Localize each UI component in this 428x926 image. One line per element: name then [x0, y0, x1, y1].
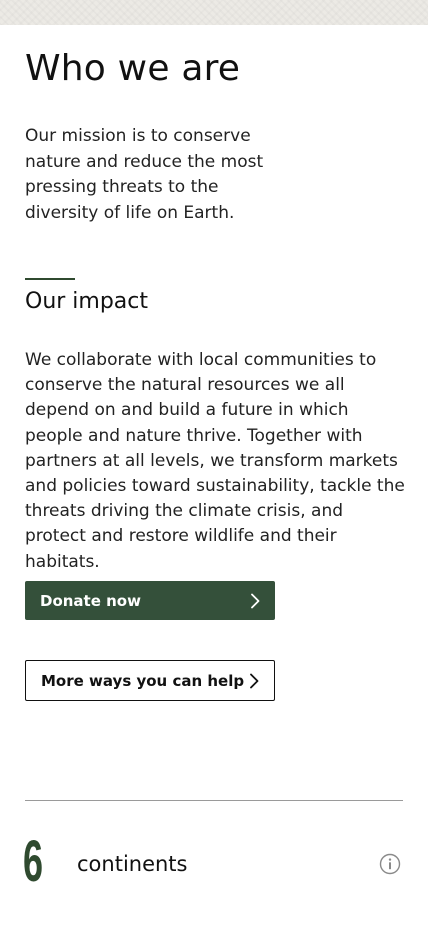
donate-now-label: Donate now [40, 591, 141, 610]
chevron-right-icon [251, 593, 260, 608]
page-title: Who we are [25, 48, 241, 89]
impact-heading: Our impact [25, 289, 149, 314]
chevron-right-icon [250, 673, 259, 688]
stat-label: continents [77, 852, 188, 876]
more-ways-to-help-button[interactable]: More ways you can help [25, 660, 275, 701]
donate-now-button[interactable]: Donate now [25, 581, 275, 620]
more-ways-label: More ways you can help [41, 671, 245, 690]
stats-divider [25, 800, 403, 801]
stat-number: 6 [23, 829, 44, 894]
info-icon[interactable] [379, 853, 401, 875]
mission-statement: Our mission is to conserve nature and re… [25, 126, 264, 223]
header-texture-band [0, 0, 428, 25]
impact-paragraph: We collaborate with local communities to… [25, 350, 405, 572]
section-accent-rule [25, 278, 75, 280]
